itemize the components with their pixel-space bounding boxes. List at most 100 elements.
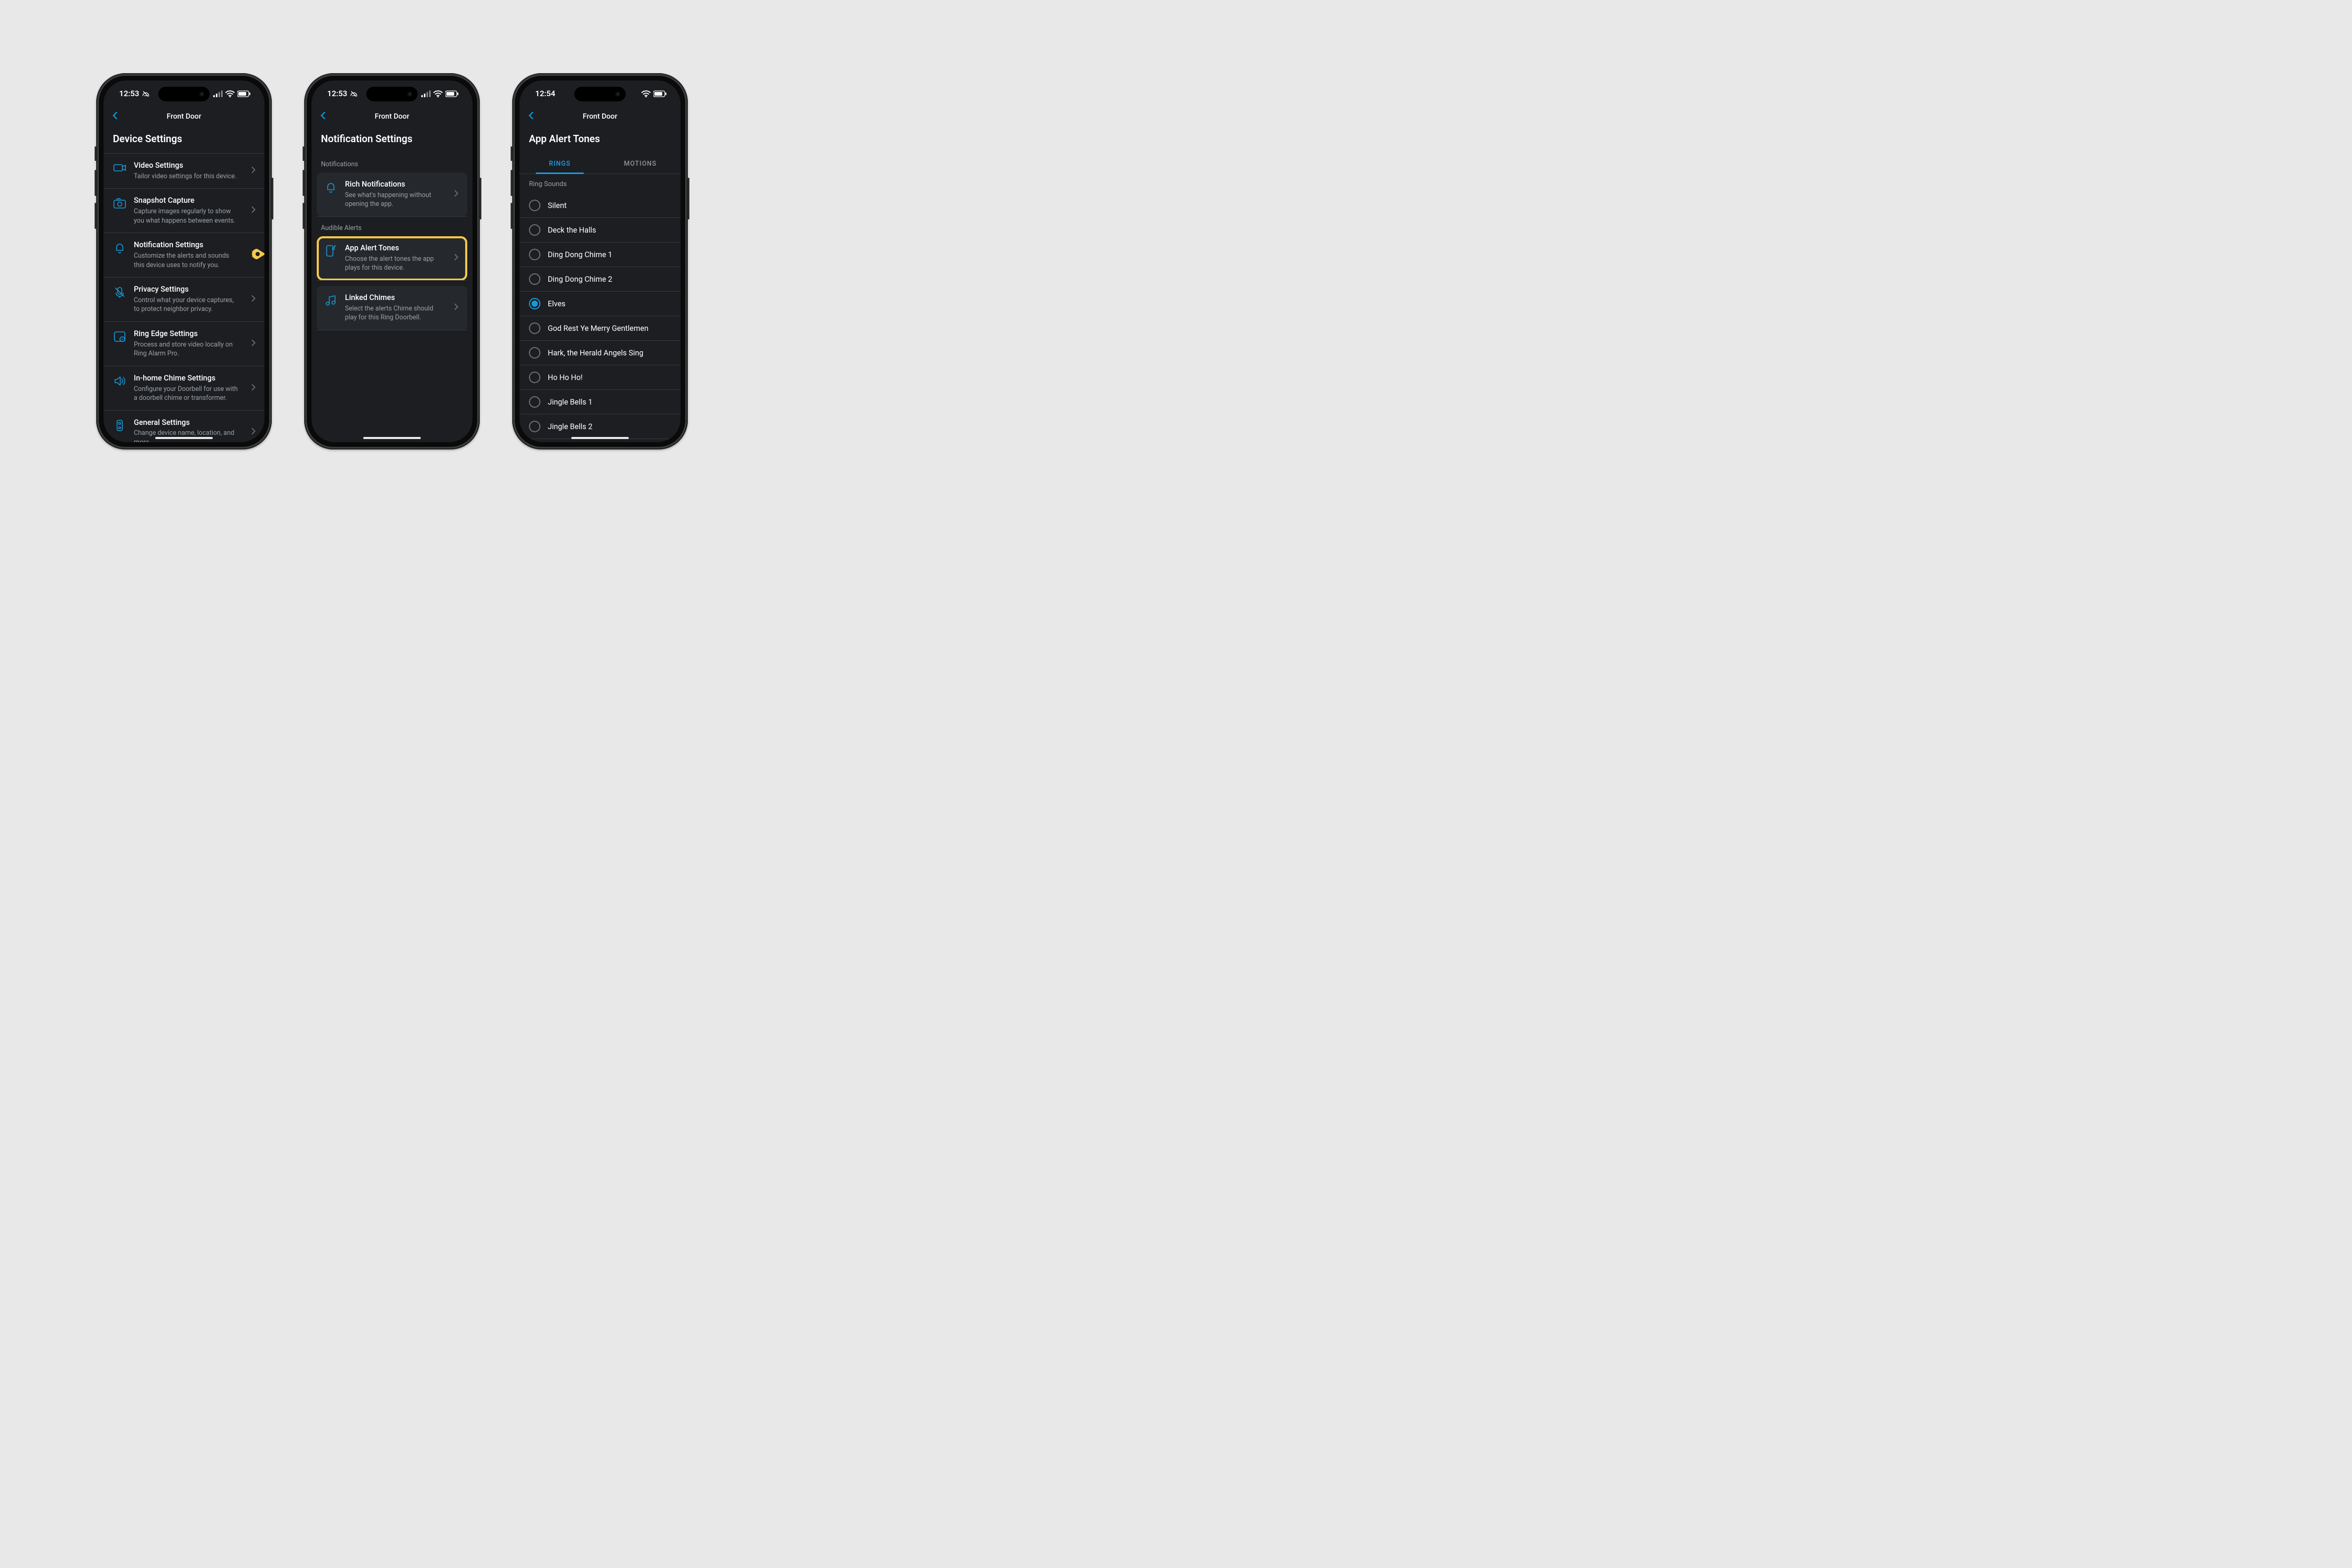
sound-option[interactable]: Ding Dong Chime 1: [520, 243, 681, 267]
wifi-icon: [225, 90, 235, 98]
sound-option[interactable]: Jingle Bells 2: [520, 414, 681, 439]
row-label: Notification Settings: [134, 240, 243, 250]
video-icon: [113, 162, 126, 174]
chevron-left-icon: [111, 111, 119, 120]
sound-option[interactable]: God Rest Ye Merry Gentlemen: [520, 316, 681, 341]
home-indicator[interactable]: [155, 437, 213, 439]
row-snapshot-capture[interactable]: Snapshot Capture Capture images regularl…: [103, 188, 264, 233]
back-button[interactable]: [527, 111, 535, 122]
mute-icon: [350, 89, 358, 98]
music-icon: [324, 294, 338, 307]
mute-icon: [142, 89, 150, 98]
chevron-right-icon: [250, 165, 257, 177]
speaker-icon: [113, 375, 126, 387]
sound-option[interactable]: Deck the Halls: [520, 218, 681, 243]
row-privacy-settings[interactable]: Privacy Settings Control what your devic…: [103, 277, 264, 321]
phone-device-settings: 12:53 Front Door Device Settings: [96, 73, 272, 449]
dynamic-island: [574, 87, 626, 101]
section-header-notifications: Notifications: [312, 153, 472, 172]
radio-icon: [529, 249, 540, 260]
nav-bar: Front Door: [103, 107, 264, 126]
back-button[interactable]: [319, 111, 327, 122]
row-label: App Alert Tones: [345, 244, 445, 253]
row-sub: Process and store video locally on Ring …: [134, 340, 243, 359]
sound-option[interactable]: Ding Dong Chime 2: [520, 267, 681, 292]
row-sub: Tailor video settings for this device.: [134, 172, 243, 181]
nav-title: Front Door: [375, 112, 409, 121]
row-sub: Change device name, location, and more.: [134, 429, 243, 442]
sound-option[interactable]: Jingle Bells 1: [520, 390, 681, 414]
page-title: App Alert Tones: [520, 126, 681, 153]
tab-rings[interactable]: RINGS: [520, 153, 600, 174]
sound-option[interactable]: Elves: [520, 292, 681, 316]
battery-icon: [237, 90, 251, 98]
home-indicator[interactable]: [571, 437, 629, 439]
chevron-right-icon: [250, 338, 257, 350]
card-linked-chimes: Linked Chimes Select the alerts Chime sh…: [317, 286, 467, 330]
radio-icon: [529, 273, 540, 285]
row-label: Privacy Settings: [134, 285, 243, 295]
sound-label: Hark, the Herald Angels Sing: [548, 349, 643, 358]
device-icon: [113, 419, 126, 432]
camera-icon: [113, 197, 126, 209]
row-ring-edge-settings[interactable]: Ring Edge Settings Process and store vid…: [103, 321, 264, 366]
radio-icon: [529, 322, 540, 334]
signal-icon: [213, 90, 223, 97]
row-notification-settings[interactable]: Notification Settings Customize the aler…: [103, 233, 264, 277]
sound-label: Ho Ho Ho!: [548, 373, 583, 382]
sound-label: Silent: [548, 201, 567, 210]
storage-icon: [113, 330, 126, 343]
chevron-left-icon: [319, 111, 327, 120]
sound-label: Ding Dong Chime 1: [548, 250, 612, 259]
row-sub: Choose the alert tones the app plays for…: [345, 255, 445, 273]
row-label: Ring Edge Settings: [134, 329, 243, 339]
chevron-right-icon: [250, 426, 257, 438]
row-rich-notifications[interactable]: Rich Notifications See what's happening …: [317, 172, 467, 217]
chevron-right-icon: [453, 302, 460, 314]
back-button[interactable]: [111, 111, 119, 122]
chevron-left-icon: [527, 111, 535, 120]
sound-label: God Rest Ye Merry Gentlemen: [548, 324, 649, 333]
mic-off-icon: [113, 286, 126, 298]
bell-icon: [113, 241, 126, 254]
radio-icon: [529, 396, 540, 408]
wifi-icon: [433, 90, 443, 98]
radio-icon: [529, 224, 540, 236]
row-app-alert-tones[interactable]: App Alert Tones Choose the alert tones t…: [317, 236, 467, 281]
phone-tone-icon: [324, 245, 338, 257]
sound-label: Jingle Bells 2: [548, 422, 593, 431]
row-label: Rich Notifications: [345, 180, 445, 190]
sound-option[interactable]: Ho Ho Ho!: [520, 365, 681, 390]
signal-icon: [421, 90, 431, 97]
dynamic-island: [158, 87, 210, 101]
page-title: Notification Settings: [312, 126, 472, 153]
sound-option[interactable]: Silent: [520, 193, 681, 218]
page-title: Device Settings: [103, 126, 264, 153]
status-time: 12:54: [535, 89, 555, 98]
callout-pointer-icon: [252, 248, 264, 262]
sound-label: Elves: [548, 299, 566, 308]
row-label: Video Settings: [134, 161, 243, 171]
row-linked-chimes[interactable]: Linked Chimes Select the alerts Chime sh…: [317, 286, 467, 330]
tabs: RINGS MOTIONS: [520, 153, 681, 174]
tab-motions[interactable]: MOTIONS: [600, 153, 681, 174]
radio-icon: [529, 347, 540, 359]
row-sub: Customize the alerts and sounds this dev…: [134, 251, 243, 270]
row-label: General Settings: [134, 418, 243, 428]
bell-icon: [324, 181, 338, 193]
chevron-right-icon: [250, 294, 257, 305]
radio-icon: [529, 200, 540, 211]
radio-icon: [529, 372, 540, 383]
phone-app-alert-tones: 12:54 Front Door App Alert Tones RINGS M…: [512, 73, 688, 449]
dynamic-island: [366, 87, 418, 101]
status-time: 12:53: [119, 89, 139, 98]
home-indicator[interactable]: [363, 437, 421, 439]
sound-option[interactable]: Hark, the Herald Angels Sing: [520, 341, 681, 365]
nav-bar: Front Door: [520, 107, 681, 126]
status-time: 12:53: [327, 89, 347, 98]
row-sub: Control what your device captures, to pr…: [134, 296, 243, 314]
row-video-settings[interactable]: Video Settings Tailor video settings for…: [103, 153, 264, 188]
row-label: Linked Chimes: [345, 293, 445, 303]
row-inhome-chime-settings[interactable]: In-home Chime Settings Configure your Do…: [103, 366, 264, 410]
battery-icon: [445, 90, 459, 98]
